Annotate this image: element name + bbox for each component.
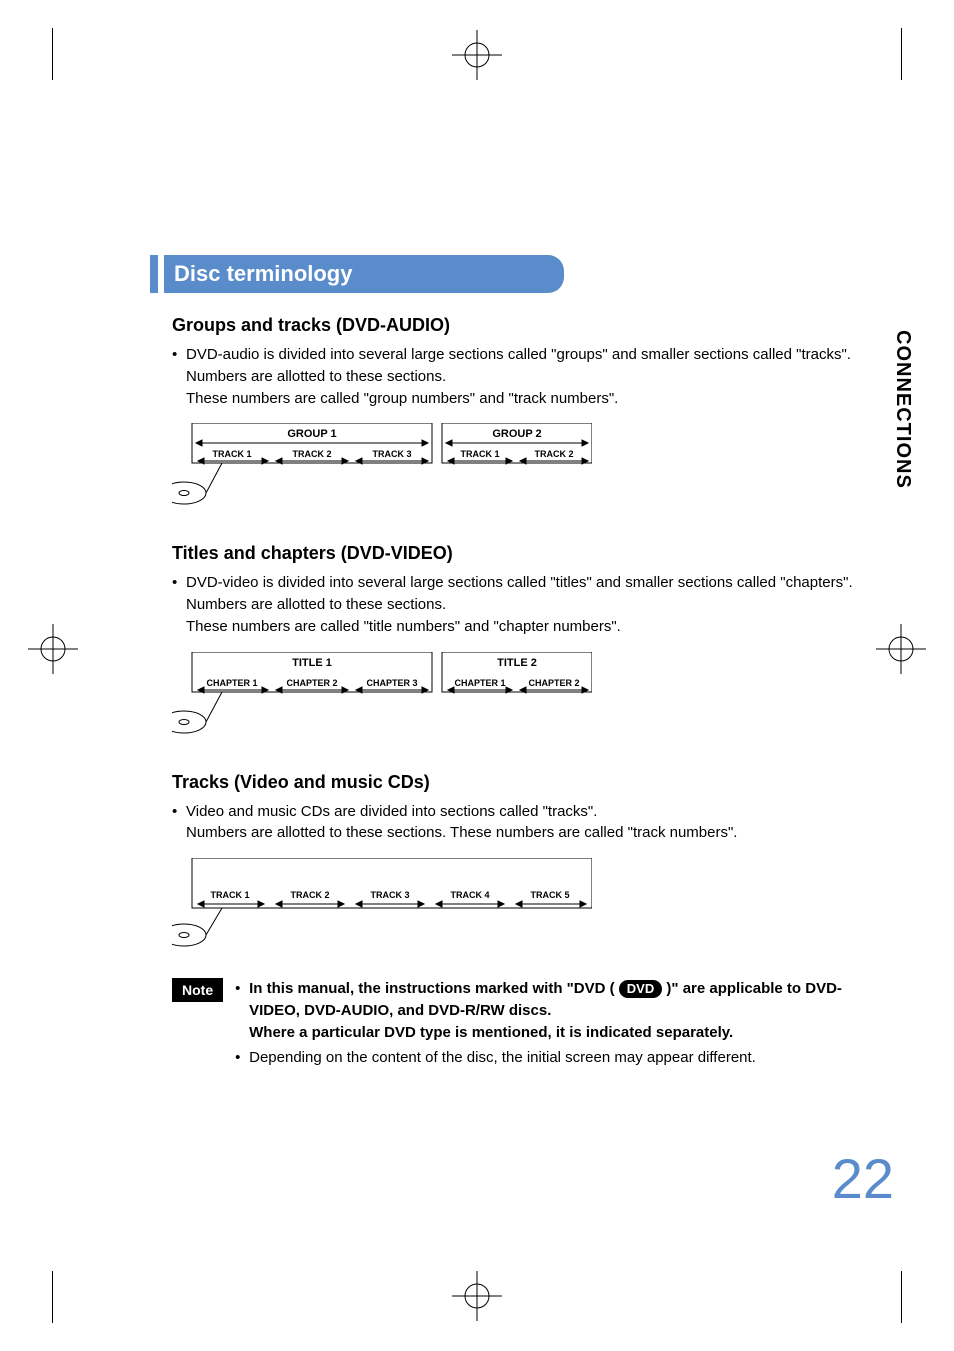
trim-mark — [52, 1271, 53, 1323]
note-line1-pre: In this manual, the instructions marked … — [249, 980, 615, 997]
svg-text:TRACK 2: TRACK 2 — [534, 449, 573, 459]
svg-text:TRACK 2: TRACK 2 — [292, 449, 331, 459]
trim-mark — [901, 1271, 902, 1323]
svg-text:CHAPTER 2: CHAPTER 2 — [286, 678, 337, 688]
svg-text:CHAPTER 1: CHAPTER 1 — [454, 678, 505, 688]
side-tab-label: CONNECTIONS — [891, 330, 914, 489]
note-line3: Depending on the content of the disc, th… — [249, 1047, 870, 1069]
svg-text:GROUP 1: GROUP 1 — [287, 428, 336, 440]
subheading-tracks-cds: Tracks (Video and music CDs) — [172, 772, 870, 793]
svg-text:TRACK 5: TRACK 5 — [530, 890, 569, 900]
subheading-groups-tracks: Groups and tracks (DVD-AUDIO) — [172, 315, 870, 336]
svg-text:TRACK 3: TRACK 3 — [370, 890, 409, 900]
body-text: • Video and music CDs are divided into s… — [172, 801, 870, 845]
svg-text:TITLE 2: TITLE 2 — [497, 657, 537, 669]
registration-mark-left — [18, 614, 88, 684]
svg-text:TRACK 3: TRACK 3 — [372, 449, 411, 459]
page-number: 22 — [832, 1146, 894, 1211]
svg-text:CHAPTER 2: CHAPTER 2 — [528, 678, 579, 688]
svg-text:TRACK 4: TRACK 4 — [450, 890, 489, 900]
registration-mark-top — [442, 20, 512, 90]
section-title: Disc terminology — [164, 255, 564, 293]
registration-mark-right — [866, 614, 936, 684]
svg-text:CHAPTER 1: CHAPTER 1 — [206, 678, 257, 688]
titles-chapters-diagram: TITLE 1 TITLE 2 CHAPTER 1 CHAPTER 2 CHAP… — [172, 652, 592, 742]
svg-text:GROUP 2: GROUP 2 — [492, 428, 541, 440]
svg-text:TITLE 1: TITLE 1 — [292, 657, 332, 669]
svg-text:TRACK 1: TRACK 1 — [212, 449, 251, 459]
svg-text:TRACK 1: TRACK 1 — [460, 449, 499, 459]
dvd-pill-icon: DVD — [619, 980, 662, 999]
note-block: Note • In this manual, the instructions … — [172, 978, 870, 1069]
svg-text:CHAPTER 3: CHAPTER 3 — [366, 678, 417, 688]
trim-mark — [901, 28, 902, 80]
body-text: • DVD-video is divided into several larg… — [172, 572, 870, 637]
subheading-titles-chapters: Titles and chapters (DVD-VIDEO) — [172, 543, 870, 564]
section-title-bar: Disc terminology — [150, 255, 870, 293]
trim-mark — [52, 28, 53, 80]
svg-text:TRACK 1: TRACK 1 — [210, 890, 249, 900]
body-text: • DVD-audio is divided into several larg… — [172, 344, 870, 409]
note-line2: Where a particular DVD type is mentioned… — [249, 1024, 733, 1041]
registration-mark-bottom — [442, 1261, 512, 1331]
svg-text:TRACK 2: TRACK 2 — [290, 890, 329, 900]
note-badge: Note — [172, 978, 223, 1002]
tracks-cd-diagram: TRACK 1 TRACK 2 TRACK 3 TRACK 4 TRACK 5 — [172, 858, 592, 948]
groups-tracks-diagram: GROUP 1 GROUP 2 TRACK 1 TRACK 2 TRACK 3 … — [172, 423, 592, 513]
